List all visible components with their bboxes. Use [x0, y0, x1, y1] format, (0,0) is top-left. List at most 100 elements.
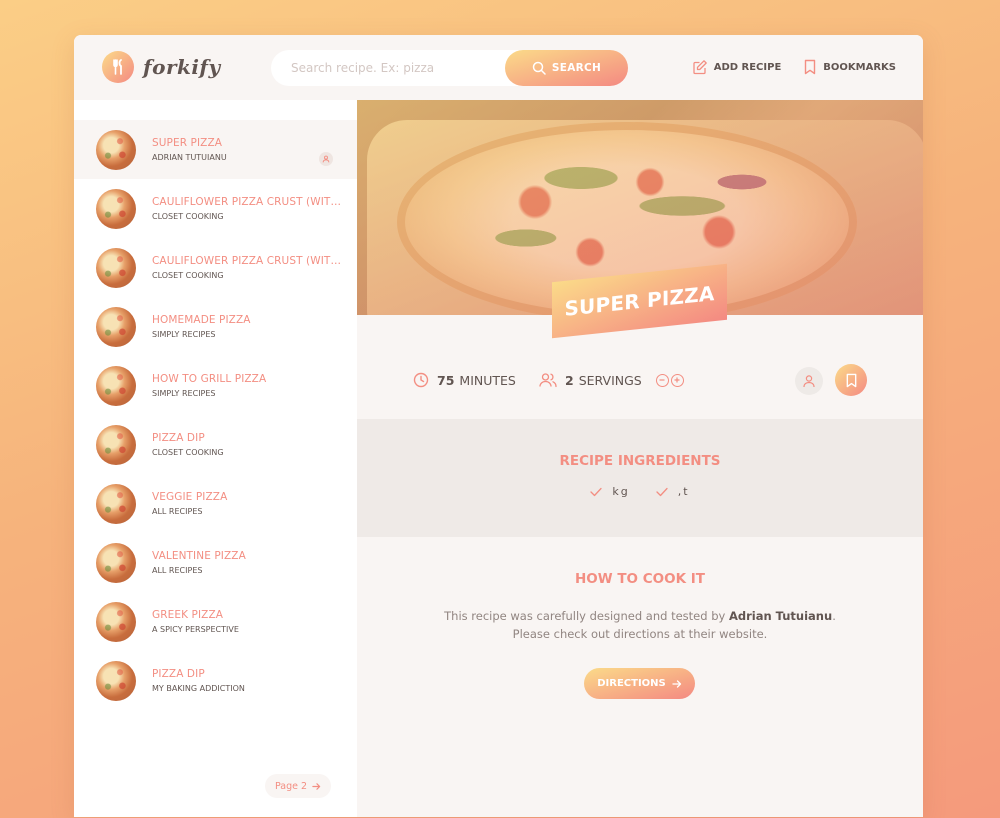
recipe-directions: HOW TO COOK IT This recipe was carefully…: [357, 537, 923, 817]
user-icon: [803, 375, 815, 388]
decrease-servings-button[interactable]: [655, 373, 669, 387]
arrow-right-icon: [312, 782, 321, 790]
directions-heading: HOW TO COOK IT: [574, 571, 705, 587]
servings-value: 2: [565, 372, 574, 388]
nav: ADD RECIPE BOOKMARKS: [692, 59, 896, 75]
result-text: GREEK PIZZA A SPICY PERSPECTIVE: [152, 609, 342, 634]
result-thumbnail: [96, 601, 136, 642]
minus-circle-icon: [659, 379, 665, 381]
pagination-next-button[interactable]: Page 2: [265, 774, 331, 798]
result-title: CAULIFLOWER PIZZA CRUST (WITH BBQ CHICKE…: [152, 196, 342, 208]
result-title: HOW TO GRILL PIZZA: [152, 373, 267, 385]
result-text: CAULIFLOWER PIZZA CRUST (WITH BBQ CHICKE…: [152, 196, 342, 221]
result-text: CAULIFLOWER PIZZA CRUST (WITH BBQ CHICKE…: [152, 255, 342, 280]
user-icon: [322, 155, 330, 163]
edit-icon: [693, 60, 707, 75]
result-publisher: SIMPLY RECIPES: [152, 389, 216, 398]
check-icon: [590, 487, 603, 496]
result-item[interactable]: PIZZA DIP CLOSET COOKING: [74, 415, 357, 474]
ingredient-text: ,t: [677, 485, 690, 498]
result-thumbnail: [96, 424, 136, 465]
result-thumbnail: [96, 542, 136, 583]
result-text: PIZZA DIP MY BAKING ADDICTION: [152, 668, 342, 693]
directions-button[interactable]: DIRECTIONS: [584, 668, 695, 699]
cooking-time: 75 MINUTES: [413, 372, 516, 388]
result-text: VALENTINE PIZZA ALL RECIPES: [152, 550, 342, 575]
result-publisher: CLOSET COOKING: [152, 271, 224, 280]
result-item[interactable]: SUPER PIZZA ADRIAN TUTUIANU: [74, 120, 357, 179]
arrow-right-icon: [672, 679, 681, 688]
result-thumbnail: [96, 365, 136, 406]
increase-servings-button[interactable]: [670, 373, 684, 387]
directions-text: This recipe was carefully designed and t…: [437, 607, 843, 643]
ingredient-item: ,t: [656, 485, 690, 498]
result-publisher: CLOSET COOKING: [152, 212, 224, 221]
cooking-time-value: 75: [437, 372, 455, 388]
result-text: HOMEMADE PIZZA SIMPLY RECIPES: [152, 314, 342, 339]
result-publisher: MY BAKING ADDICTION: [152, 684, 245, 693]
result-publisher: ALL RECIPES: [152, 507, 203, 516]
directions-text-before: This recipe was carefully designed and t…: [444, 609, 729, 623]
result-title: VEGGIE PIZZA: [152, 491, 228, 503]
result-title: PIZZA DIP: [152, 432, 205, 444]
user-generated-badge: [795, 367, 823, 395]
result-item[interactable]: PIZZA DIP MY BAKING ADDICTION: [74, 651, 357, 710]
ingredients-heading: RECIPE INGREDIENTS: [559, 453, 721, 469]
result-item[interactable]: CAULIFLOWER PIZZA CRUST (WITH BBQ CHICKE…: [74, 238, 357, 297]
result-item[interactable]: HOW TO GRILL PIZZA SIMPLY RECIPES: [74, 356, 357, 415]
result-text: PIZZA DIP CLOSET COOKING: [152, 432, 342, 457]
result-text: SUPER PIZZA ADRIAN TUTUIANU: [152, 137, 342, 162]
search-form: SEARCH: [271, 50, 628, 86]
bookmark-icon: [846, 373, 856, 387]
bookmark-recipe-button[interactable]: [835, 364, 867, 396]
result-thumbnail: [96, 483, 136, 524]
servings-controls: [655, 373, 684, 387]
app-name: forkify: [143, 55, 221, 79]
bookmarks-label: BOOKMARKS: [823, 61, 896, 73]
search-button-label: SEARCH: [551, 62, 602, 74]
bookmarks-button[interactable]: BOOKMARKS: [803, 59, 896, 75]
result-thumbnail: [96, 660, 136, 701]
fork-knife-icon: [102, 51, 134, 83]
app-container: forkify SEARCH ADD RECIPE: [74, 35, 923, 817]
result-thumbnail: [96, 247, 136, 288]
result-publisher: ALL RECIPES: [152, 566, 203, 575]
clock-icon: [413, 372, 429, 388]
result-publisher: CLOSET COOKING: [152, 448, 224, 457]
result-item[interactable]: VEGGIE PIZZA ALL RECIPES: [74, 474, 357, 533]
search-icon: [532, 61, 546, 75]
result-thumbnail: [96, 306, 136, 347]
result-text: VEGGIE PIZZA ALL RECIPES: [152, 491, 342, 516]
search-input[interactable]: [291, 50, 511, 86]
recipe-details: 75 MINUTES 2 SERVINGS: [357, 315, 923, 419]
search-results: SUPER PIZZA ADRIAN TUTUIANU CAULIFLOWER PI…: [74, 100, 357, 817]
servings-unit: SERVINGS: [578, 372, 642, 388]
result-text: HOW TO GRILL PIZZA SIMPLY RECIPES: [152, 373, 342, 398]
ingredient-list: kg ,t: [357, 485, 923, 498]
directions-publisher: Adrian Tutuianu: [728, 609, 833, 623]
search-button[interactable]: SEARCH: [505, 50, 628, 86]
result-title: PIZZA DIP: [152, 668, 205, 680]
result-item[interactable]: HOMEMADE PIZZA SIMPLY RECIPES: [74, 297, 357, 356]
recipe-view: SUPER PIZZA 75 MINUTES 2 SERVINGS RECIPE…: [357, 100, 923, 817]
result-title: GREEK PIZZA: [152, 609, 224, 621]
add-recipe-button[interactable]: ADD RECIPE: [692, 59, 782, 75]
logo[interactable]: forkify: [102, 51, 221, 83]
result-title: CAULIFLOWER PIZZA CRUST (WITH BBQ CHICKE…: [152, 255, 342, 267]
result-item[interactable]: VALENTINE PIZZA ALL RECIPES: [74, 533, 357, 592]
bookmark-icon: [805, 59, 816, 75]
pagination-next-label: Page 2: [274, 780, 308, 792]
header: forkify SEARCH ADD RECIPE: [74, 35, 923, 100]
result-publisher: SIMPLY RECIPES: [152, 330, 216, 339]
add-recipe-label: ADD RECIPE: [713, 61, 782, 73]
result-item[interactable]: CAULIFLOWER PIZZA CRUST (WITH BBQ CHICKE…: [74, 179, 357, 238]
result-item[interactable]: GREEK PIZZA A SPICY PERSPECTIVE: [74, 592, 357, 651]
users-icon: [539, 373, 557, 388]
result-publisher: A SPICY PERSPECTIVE: [152, 625, 239, 634]
directions-button-label: DIRECTIONS: [597, 678, 666, 689]
result-thumbnail: [96, 188, 136, 229]
check-icon: [656, 487, 668, 496]
plus-circle-icon: [674, 377, 680, 383]
recipe-ingredients: RECIPE INGREDIENTS kg ,t: [357, 419, 923, 537]
results-list: SUPER PIZZA ADRIAN TUTUIANU CAULIFLOWER PI…: [74, 120, 357, 710]
